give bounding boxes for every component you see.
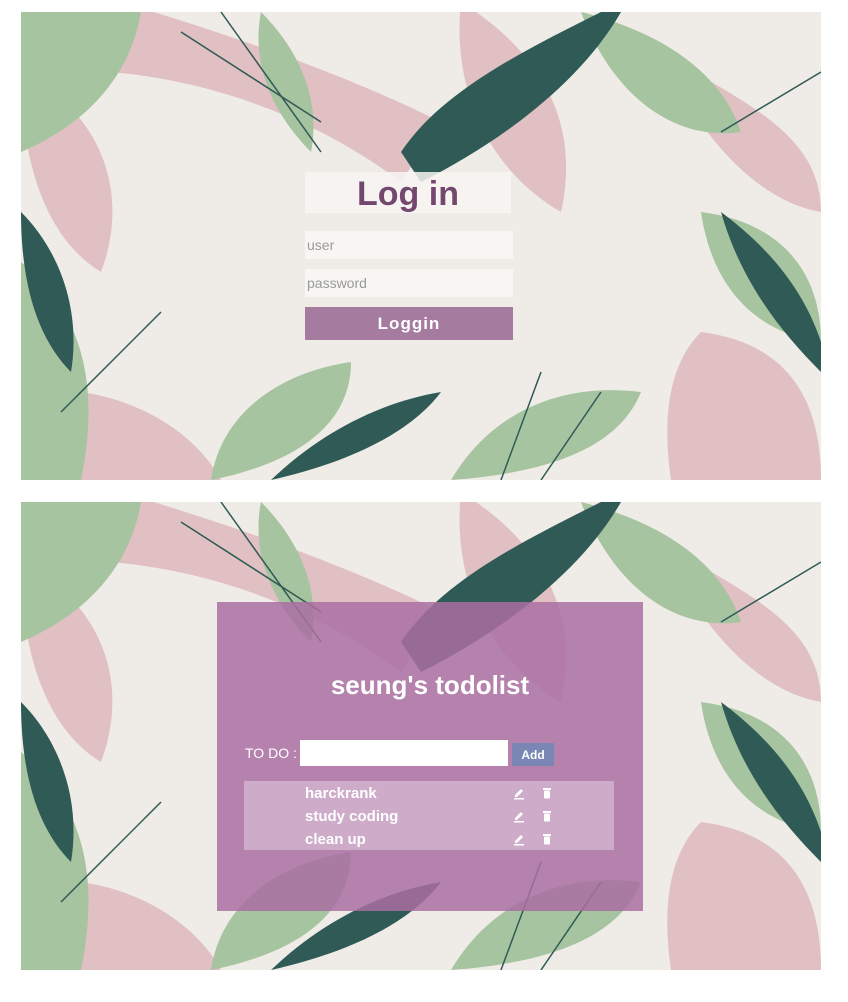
todo-item-text: clean up <box>305 831 366 848</box>
todo-panel: seung's todolist TO DO : Add harckrank s… <box>217 602 643 911</box>
trash-icon[interactable] <box>540 809 554 823</box>
login-button[interactable]: Loggin <box>305 307 513 340</box>
list-item: clean up <box>244 829 614 852</box>
user-input[interactable] <box>305 231 513 259</box>
todo-input[interactable] <box>300 740 508 766</box>
todo-list: harckrank study coding clean up <box>244 781 614 850</box>
pencil-icon[interactable] <box>512 786 526 800</box>
login-screen: Log in Loggin <box>21 12 821 480</box>
trash-icon[interactable] <box>540 832 554 846</box>
list-item: harckrank <box>244 783 614 806</box>
todo-screen: seung's todolist TO DO : Add harckrank s… <box>21 502 821 970</box>
todo-input-label: TO DO : <box>245 745 297 761</box>
pencil-icon[interactable] <box>512 809 526 823</box>
todo-item-text: harckrank <box>305 785 377 802</box>
pencil-icon[interactable] <box>512 832 526 846</box>
password-input[interactable] <box>305 269 513 297</box>
list-item: study coding <box>244 806 614 829</box>
trash-icon[interactable] <box>540 786 554 800</box>
login-title: Log in <box>305 172 511 213</box>
todo-item-text: study coding <box>305 808 399 825</box>
todo-title: seung's todolist <box>330 670 530 700</box>
add-button[interactable]: Add <box>512 743 554 766</box>
